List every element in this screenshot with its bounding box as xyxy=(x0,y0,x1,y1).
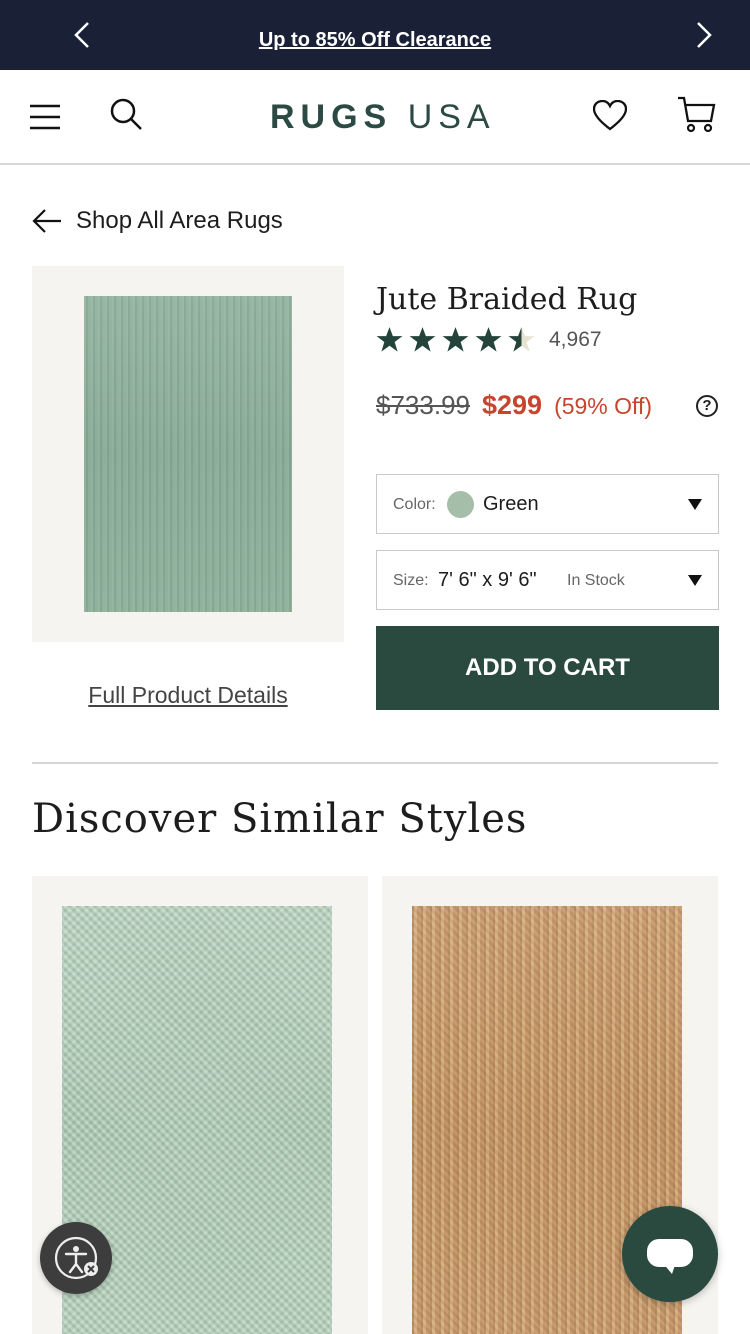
size-select[interactable]: Size: 7' 6" x 9' 6" In Stock xyxy=(376,550,719,610)
stock-status: In Stock xyxy=(567,572,625,589)
site-header: RUGS USA xyxy=(0,70,750,165)
star-full-icon xyxy=(409,327,436,352)
color-select[interactable]: Color: Green xyxy=(376,474,719,534)
heart-icon[interactable] xyxy=(593,100,627,131)
star-half-icon xyxy=(508,327,535,352)
rug-image xyxy=(84,296,292,612)
rating-stars[interactable]: 4,967 xyxy=(376,326,602,353)
caret-down-icon xyxy=(688,499,702,510)
accessibility-button[interactable] xyxy=(40,1222,112,1294)
product-title: Jute Braided Rug xyxy=(376,282,638,317)
back-link[interactable]: Shop All Area Rugs xyxy=(32,204,283,238)
accessibility-icon xyxy=(54,1236,98,1280)
full-details-link[interactable]: Full Product Details xyxy=(32,682,344,709)
caret-down-icon xyxy=(688,575,702,586)
search-icon[interactable] xyxy=(109,97,143,131)
product-image[interactable] xyxy=(32,266,344,642)
back-link-label: Shop All Area Rugs xyxy=(76,207,283,234)
price-row: $733.99 $299 (59% Off) xyxy=(376,390,652,421)
logo-secondary: USA xyxy=(407,98,496,136)
star-full-icon xyxy=(442,327,469,352)
cart-icon[interactable] xyxy=(677,96,717,134)
section-divider xyxy=(32,762,718,764)
logo-primary: RUGS xyxy=(270,98,393,136)
arrow-left-icon xyxy=(32,209,61,233)
promo-link[interactable]: Up to 85% Off Clearance xyxy=(0,29,750,52)
size-select-value: 7' 6" x 9' 6" xyxy=(438,569,537,591)
menu-icon[interactable] xyxy=(30,104,60,130)
add-to-cart-button[interactable]: ADD TO CART xyxy=(376,626,719,710)
chat-bubble-tail-icon xyxy=(662,1262,676,1274)
original-price: $733.99 xyxy=(376,390,470,420)
help-icon[interactable]: ? xyxy=(696,395,718,417)
discount-badge: (59% Off) xyxy=(554,393,653,419)
chat-button[interactable] xyxy=(622,1206,718,1302)
chevron-right-icon[interactable] xyxy=(688,20,718,50)
sale-price: $299 xyxy=(481,390,543,420)
color-select-label: Color: xyxy=(393,496,436,513)
similar-styles-heading: Discover Similar Styles xyxy=(32,796,528,842)
review-count[interactable]: 4,967 xyxy=(549,328,602,352)
star-full-icon xyxy=(376,327,403,352)
site-logo[interactable]: RUGS USA xyxy=(270,98,496,137)
size-select-label: Size: xyxy=(393,572,429,589)
promo-banner: Up to 85% Off Clearance xyxy=(0,0,750,70)
color-swatch xyxy=(447,491,474,518)
color-select-value: Green xyxy=(483,493,539,515)
star-full-icon xyxy=(475,327,502,352)
